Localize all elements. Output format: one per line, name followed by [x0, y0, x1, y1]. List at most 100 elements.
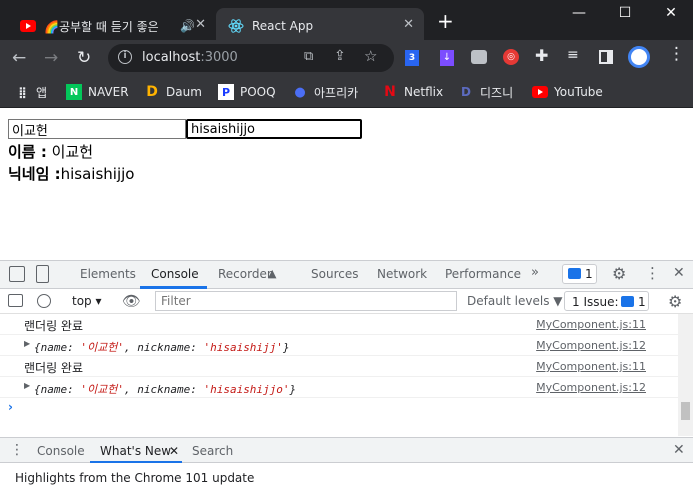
- message-icon: [621, 296, 634, 307]
- log-object[interactable]: {name: '이교헌', nickname: 'hisaishijjo'}: [34, 381, 296, 397]
- issues-badge-count: 1: [585, 267, 593, 281]
- bookmark-label: Daum: [166, 85, 202, 99]
- bookmark-label: POOQ: [240, 85, 276, 99]
- nickname-input[interactable]: [186, 119, 362, 139]
- source-link[interactable]: MyComponent.js:12: [536, 339, 646, 352]
- console-scrollbar[interactable]: [678, 314, 693, 436]
- bookmark-label: NAVER: [88, 85, 129, 99]
- settings-gear-icon[interactable]: ⚙: [612, 264, 626, 283]
- console-prompt-icon[interactable]: ›: [8, 400, 13, 414]
- console-filter-input[interactable]: [155, 291, 457, 311]
- audio-icon[interactable]: 🔊: [180, 19, 195, 33]
- tab-elements[interactable]: Elements: [80, 267, 136, 281]
- bookmark-label: YouTube: [554, 85, 603, 99]
- bookmark-pooq[interactable]: P POOQ: [218, 82, 276, 102]
- react-icon: [228, 18, 244, 34]
- bookmark-youtube[interactable]: YouTube: [532, 82, 603, 102]
- console-settings-gear-icon[interactable]: ⚙: [668, 292, 682, 311]
- close-devtools-icon[interactable]: ✕: [673, 265, 685, 281]
- close-window-button[interactable]: ✕: [651, 4, 691, 22]
- issues-badge[interactable]: 1: [562, 264, 597, 284]
- devtools-panel: Elements Console Recorder ▲ Sources Netw…: [0, 260, 693, 490]
- log-levels-select[interactable]: Default levels ▼: [467, 294, 563, 308]
- message-icon: [568, 268, 581, 279]
- translate-icon[interactable]: ⧉: [304, 49, 313, 64]
- issues-counter-button[interactable]: 1 Issue: 1: [564, 291, 649, 311]
- bookmark-apps[interactable]: ⣿ 앱: [14, 82, 47, 102]
- clear-console-icon[interactable]: [37, 294, 51, 308]
- close-drawer-icon[interactable]: ✕: [673, 442, 685, 458]
- close-drawer-tab-icon[interactable]: ✕: [169, 444, 179, 458]
- flask-icon: ▲: [268, 267, 277, 280]
- close-tab-icon[interactable]: ✕: [195, 17, 206, 32]
- inspect-element-icon[interactable]: [9, 266, 25, 282]
- forward-icon[interactable]: →: [44, 49, 58, 67]
- download-extension-icon[interactable]: ↓: [440, 50, 454, 66]
- netflix-icon: N: [384, 84, 396, 100]
- expand-triangle-icon[interactable]: ▶: [24, 381, 30, 390]
- url-text: localhost:3000: [142, 50, 238, 65]
- menu-kebab-icon[interactable]: ⋮: [668, 44, 685, 64]
- drawer-menu-icon[interactable]: ⋮: [10, 442, 24, 458]
- camera-extension-icon[interactable]: [471, 50, 487, 64]
- side-panel-icon[interactable]: [599, 50, 613, 64]
- minimize-button[interactable]: —: [559, 4, 599, 22]
- browser-tab-bar: 🌈공부할 때 듣기 좋은 🔊 ✕ React App ✕ + — ☐ ✕: [0, 0, 693, 44]
- name-input[interactable]: [8, 119, 186, 139]
- more-tabs-icon[interactable]: »: [531, 265, 539, 280]
- info-icon[interactable]: i: [118, 50, 132, 64]
- tab-sources[interactable]: Sources: [311, 267, 358, 281]
- new-tab-icon[interactable]: +: [437, 11, 454, 31]
- log-object[interactable]: {name: '이교헌', nickname: 'hisaishijj'}: [34, 339, 290, 355]
- back-icon[interactable]: ←: [12, 49, 26, 67]
- bookmark-disney[interactable]: D 디즈니: [458, 82, 513, 102]
- sidebar-toggle-icon[interactable]: [8, 294, 23, 307]
- apps-grid-icon: ⣿: [18, 85, 27, 99]
- log-text: 랜더링 완료: [24, 319, 84, 333]
- tab-recorder[interactable]: Recorder: [218, 267, 272, 281]
- issues-label: 1 Issue:: [572, 295, 619, 309]
- source-link[interactable]: MyComponent.js:11: [536, 360, 646, 373]
- bookmark-naver[interactable]: N NAVER: [66, 82, 129, 102]
- page-content: 이름 : 이교헌 닉네임 :hisaishijjo: [0, 108, 693, 260]
- bookmark-afreeca[interactable]: ● 아프리카: [292, 82, 358, 102]
- bookmark-netflix[interactable]: N Netflix: [382, 82, 443, 102]
- console-toolbar: top ▾ 👁 Default levels ▼ 1 Issue: 1 ⚙: [0, 289, 693, 314]
- address-bar[interactable]: i localhost:3000 ⧉ ⇪ ☆: [108, 44, 394, 72]
- live-expression-eye-icon[interactable]: 👁: [122, 292, 141, 310]
- expand-triangle-icon[interactable]: ▶: [24, 339, 30, 348]
- bookmark-daum[interactable]: D Daum: [144, 82, 202, 102]
- source-link[interactable]: MyComponent.js:12: [536, 381, 646, 394]
- bookmark-label: 앱: [36, 85, 48, 100]
- devtools-menu-icon[interactable]: ⋮: [645, 264, 660, 282]
- bookmark-star-icon[interactable]: ☆: [364, 47, 377, 65]
- afreeca-icon: ●: [294, 84, 306, 100]
- drawer-tab-console[interactable]: Console: [37, 444, 85, 458]
- bookmark-label: 아프리카: [314, 85, 359, 100]
- naver-icon: N: [66, 84, 82, 100]
- media-control-icon[interactable]: ≡: [567, 47, 579, 63]
- drawer-tab-search[interactable]: Search: [192, 444, 233, 458]
- extensions-puzzle-icon[interactable]: ✚: [535, 46, 548, 65]
- profile-avatar-icon[interactable]: [628, 46, 650, 68]
- device-toolbar-icon[interactable]: [36, 265, 49, 283]
- drawer-tab-whats-new[interactable]: What's New: [100, 444, 171, 458]
- tab-youtube[interactable]: 🌈공부할 때 듣기 좋은 🔊 ✕: [8, 8, 216, 44]
- context-select[interactable]: top ▾: [72, 294, 102, 308]
- whats-new-text: Highlights from the Chrome 101 update: [15, 471, 255, 485]
- close-tab-icon[interactable]: ✕: [403, 17, 414, 32]
- nickname-value: hisaishijjo: [60, 165, 135, 183]
- reload-icon[interactable]: ↻: [77, 49, 91, 67]
- tab-network[interactable]: Network: [377, 267, 427, 281]
- adblock-extension-icon[interactable]: ◎: [503, 49, 519, 65]
- tab-react-app[interactable]: React App ✕: [216, 8, 424, 44]
- scrollbar-thumb[interactable]: [681, 402, 690, 420]
- tab-console[interactable]: Console: [151, 267, 199, 281]
- issues-count: 1: [638, 295, 646, 309]
- maximize-button[interactable]: ☐: [605, 4, 645, 22]
- css-extension-icon[interactable]: 3: [405, 50, 419, 66]
- tab-title: 🌈공부할 때 듣기 좋은: [44, 19, 159, 34]
- tab-performance[interactable]: Performance: [445, 267, 521, 281]
- share-icon[interactable]: ⇪: [334, 48, 346, 64]
- source-link[interactable]: MyComponent.js:11: [536, 318, 646, 331]
